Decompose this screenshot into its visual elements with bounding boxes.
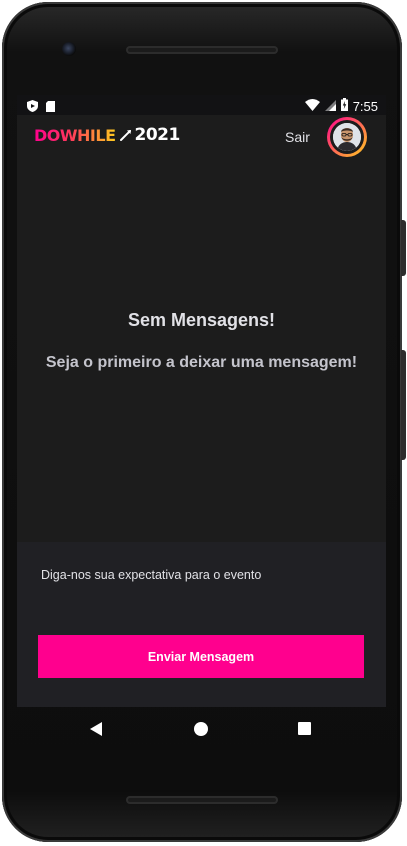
status-bar: 7:55 xyxy=(17,95,386,115)
wifi-icon xyxy=(304,98,320,114)
empty-state-subtitle: Seja o primeiro a deixar uma mensagem! xyxy=(45,354,358,371)
logo-year: 2021 xyxy=(134,125,181,145)
empty-state-title: Sem Mensagens! xyxy=(127,310,276,330)
logout-button[interactable]: Sair xyxy=(285,129,310,145)
app-header: DOWHILE 2021 Sair xyxy=(17,115,386,159)
app-screen: 7:55 DOWHILE 2021 Sair Sem Mensagens! Se… xyxy=(17,95,386,707)
volume-button xyxy=(401,350,406,460)
back-icon[interactable] xyxy=(90,722,102,736)
message-form: Enviar Mensagem xyxy=(17,542,386,707)
home-icon[interactable] xyxy=(194,722,208,736)
phone-frame: 7:55 DOWHILE 2021 Sair Sem Mensagens! Se… xyxy=(0,0,407,846)
user-avatar-icon xyxy=(333,123,361,151)
rocket-icon xyxy=(119,129,132,141)
logo-text: DOWHILE xyxy=(34,125,116,145)
signal-icon xyxy=(324,99,336,114)
send-message-button[interactable]: Enviar Mensagem xyxy=(38,635,364,678)
power-button xyxy=(401,220,406,276)
recents-icon[interactable] xyxy=(298,722,311,735)
top-speaker xyxy=(126,46,278,54)
clock-time: 7:55 xyxy=(352,98,378,114)
avatar[interactable] xyxy=(327,117,367,157)
battery-charging-icon xyxy=(340,98,348,114)
message-input[interactable] xyxy=(41,566,361,584)
front-camera xyxy=(62,42,76,56)
system-nav-bar xyxy=(17,707,386,751)
bottom-speaker xyxy=(126,796,278,804)
dowhile-logo: DOWHILE 2021 xyxy=(34,125,180,145)
